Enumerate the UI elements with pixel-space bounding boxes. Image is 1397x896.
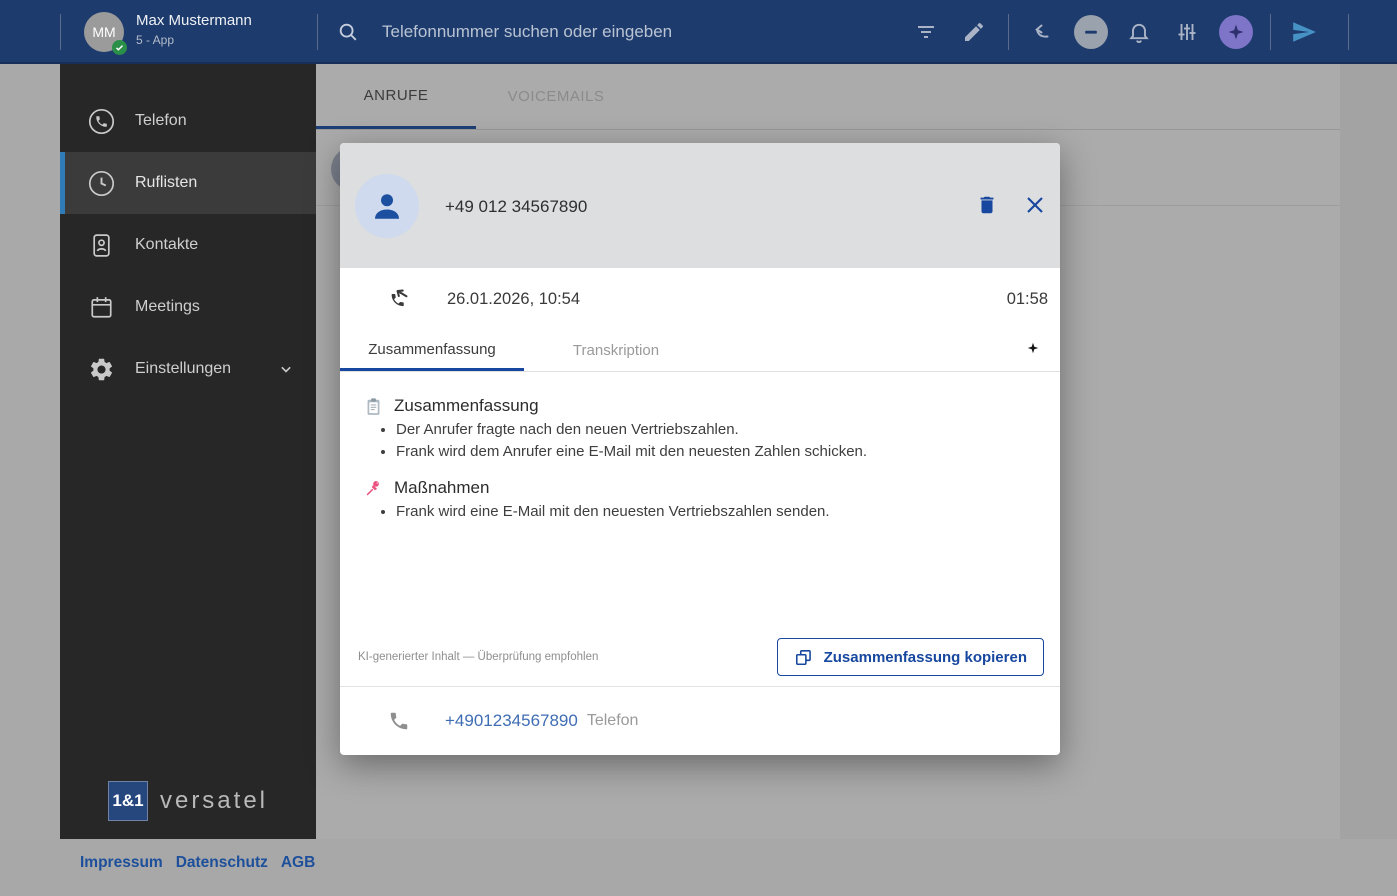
copy-icon: [794, 648, 813, 667]
phone-icon: [88, 108, 115, 135]
summary-content: Zusammenfassung Der Anrufer fragte nach …: [340, 372, 1060, 628]
person-icon: [369, 188, 405, 224]
call-date: 26.01.2026, 10:54: [447, 290, 580, 309]
edit-pencil-icon[interactable]: [962, 20, 986, 44]
topbar-divider: [1008, 14, 1009, 50]
page-right-margin: [1340, 64, 1397, 839]
link-agb[interactable]: AGB: [281, 854, 315, 872]
sidebar-item-meetings[interactable]: Meetings: [60, 276, 316, 338]
sidebar-item-label: Einstellungen: [135, 360, 231, 378]
sidebar-item-label: Kontakte: [135, 236, 198, 254]
footer-links: Impressum Datenschutz AGB: [80, 854, 315, 872]
brand-logo: 1&1 versatel: [60, 781, 316, 821]
contact-avatar: [355, 174, 419, 238]
phone-icon: [388, 710, 410, 732]
clock-icon: [88, 170, 115, 197]
ai-generated-note: KI-generierter Inhalt — Überprüfung empf…: [358, 651, 598, 663]
close-modal-button[interactable]: [1023, 193, 1047, 217]
search-icon: [337, 21, 359, 48]
notifications-bell-icon[interactable]: [1127, 20, 1151, 44]
call-detail-modal: +49 012 34567890 26.01.2026, 10:54 01:58…: [340, 143, 1060, 755]
user-initials: MM: [92, 24, 115, 40]
topbar-divider: [1270, 14, 1271, 50]
actions-heading: Maßnahmen: [394, 478, 489, 498]
app-window: MM Max Mustermann 5 - App: [0, 0, 1397, 896]
tab-anrufe[interactable]: ANRUFE: [316, 64, 476, 129]
chevron-down-icon: [276, 359, 296, 379]
sidebar-item-einstellungen[interactable]: Einstellungen: [60, 338, 316, 400]
call-list-tabbar: ANRUFE VOICEMAILS: [316, 64, 1340, 130]
gear-icon: [88, 356, 115, 383]
contact-card-icon: [88, 232, 115, 259]
modal-header: +49 012 34567890: [340, 143, 1060, 268]
ai-disclaimer-row: KI-generierter Inhalt — Überprüfung empf…: [340, 628, 1060, 686]
sidebar-item-telefon[interactable]: Telefon: [60, 90, 316, 152]
modal-phone-number: +49 012 34567890: [445, 197, 587, 217]
logo-1und1: 1&1: [108, 781, 148, 821]
equalizer-settings-icon[interactable]: [1175, 20, 1199, 44]
actions-bullet: Frank wird eine E-Mail mit den neuesten …: [396, 503, 1036, 520]
call-meta-row: 26.01.2026, 10:54 01:58: [340, 268, 1060, 330]
link-datenschutz[interactable]: Datenschutz: [176, 854, 268, 872]
logo-versatel: versatel: [160, 787, 268, 815]
user-avatar[interactable]: MM: [84, 12, 124, 52]
topbar-divider: [317, 14, 318, 50]
search-input[interactable]: [382, 15, 882, 49]
check-icon: [115, 43, 124, 52]
incoming-call-icon: [388, 286, 414, 312]
tab-voicemails[interactable]: VOICEMAILS: [476, 64, 636, 129]
close-icon: [1023, 193, 1047, 217]
filter-icon[interactable]: [914, 20, 938, 44]
tab-transkription[interactable]: Transkription: [524, 330, 708, 371]
sidebar-item-label: Ruflisten: [135, 174, 197, 192]
link-impressum[interactable]: Impressum: [80, 854, 163, 872]
sidebar-item-kontakte[interactable]: Kontakte: [60, 214, 316, 276]
topbar-divider: [1348, 14, 1349, 50]
summary-bullets: Der Anrufer fragte nach den neuen Vertri…: [364, 421, 1036, 460]
sidebar: Telefon Ruflisten Kontakte Meetings Eins…: [60, 64, 316, 839]
delete-call-button[interactable]: [976, 194, 998, 216]
summary-bullet: Der Anrufer fragte nach den neuen Vertri…: [396, 421, 1036, 438]
actions-heading-row: Maßnahmen: [364, 478, 1036, 498]
summary-heading-row: Zusammenfassung: [364, 396, 1036, 416]
pushpin-icon: [364, 479, 383, 498]
actions-bullets: Frank wird eine E-Mail mit den neuesten …: [364, 503, 1036, 520]
user-info: Max Mustermann 5 - App: [136, 12, 252, 48]
sidebar-item-ruflisten[interactable]: Ruflisten: [60, 152, 316, 214]
trash-icon: [976, 194, 998, 216]
user-name: Max Mustermann: [136, 12, 252, 31]
status-online-badge: [112, 40, 127, 55]
modal-tabbar: Zusammenfassung Transkription: [340, 330, 1060, 372]
copy-summary-label: Zusammenfassung kopieren: [824, 649, 1027, 666]
call-forward-icon[interactable]: [1031, 20, 1055, 44]
sidebar-item-label: Telefon: [135, 112, 187, 130]
summary-bullet: Frank wird dem Anrufer eine E-Mail mit d…: [396, 443, 1036, 460]
copy-summary-button[interactable]: Zusammenfassung kopieren: [777, 638, 1044, 676]
send-icon[interactable]: [1291, 19, 1317, 45]
contact-phone-row: +4901234567890 Telefon: [340, 686, 1060, 755]
calendar-icon: [88, 294, 115, 321]
summary-heading: Zusammenfassung: [394, 396, 539, 416]
page-footer: Impressum Datenschutz AGB: [0, 839, 1397, 896]
contact-phone-number[interactable]: +4901234567890: [445, 711, 578, 731]
call-duration: 01:58: [1007, 290, 1048, 309]
clipboard-icon: [364, 397, 383, 416]
sidebar-item-label: Meetings: [135, 298, 200, 316]
topbar: MM Max Mustermann 5 - App: [0, 0, 1397, 64]
topbar-divider: [60, 14, 61, 50]
user-status: 5 - App: [136, 33, 252, 48]
do-not-disturb-icon[interactable]: [1074, 15, 1108, 49]
contact-phone-label: Telefon: [587, 712, 639, 730]
sparkle-icon: [1026, 341, 1040, 355]
tab-zusammenfassung[interactable]: Zusammenfassung: [340, 330, 524, 371]
ai-sparkle-icon[interactable]: [1219, 15, 1253, 49]
